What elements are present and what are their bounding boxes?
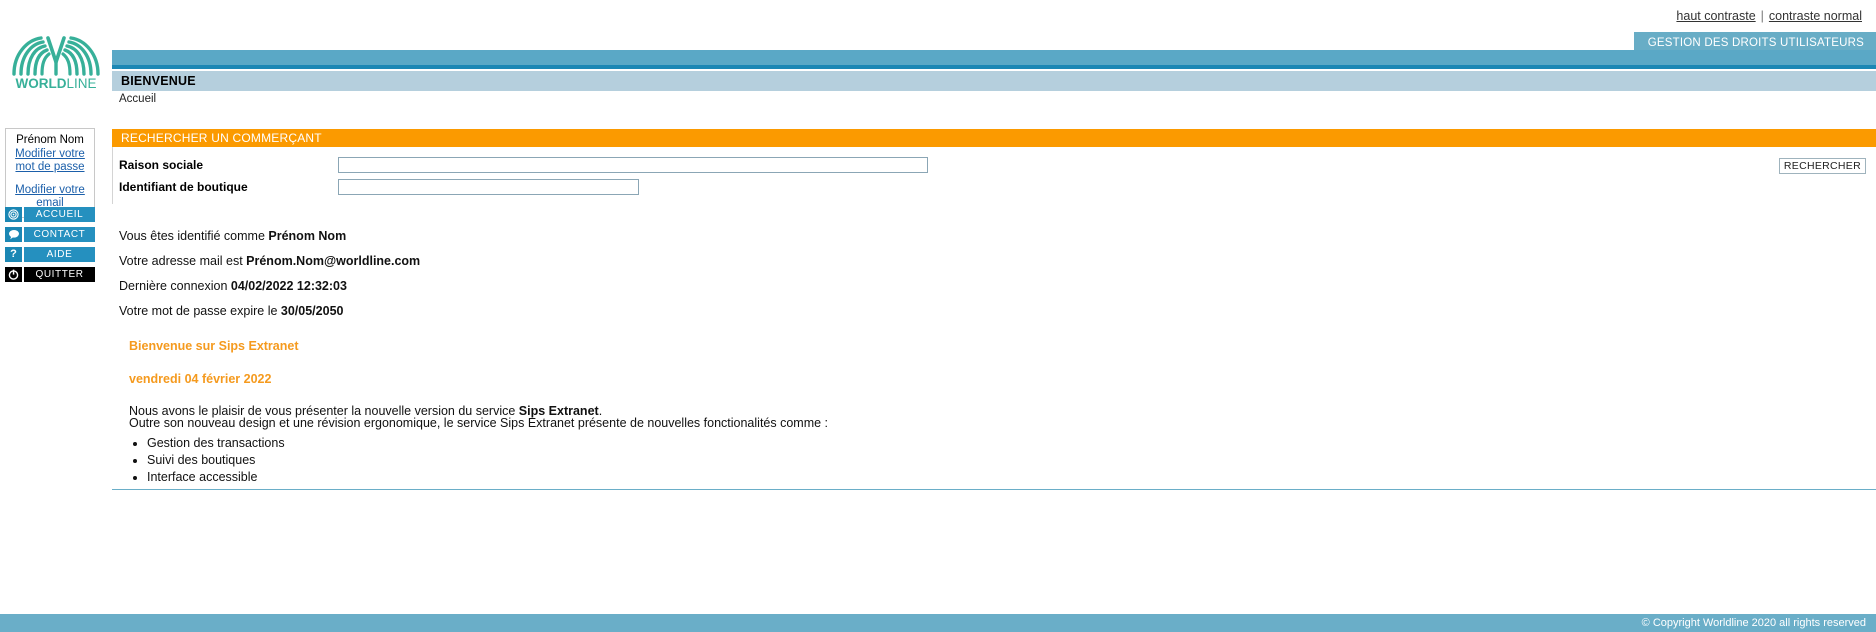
- email-line: Votre adresse mail est Prénom.Nom@worldl…: [119, 254, 420, 268]
- email-value: Prénom.Nom@worldline.com: [246, 254, 421, 268]
- password-expiry-prefix: Votre mot de passe expire le: [119, 304, 281, 318]
- sidebar-item-accueil[interactable]: ACCUEIL: [5, 207, 95, 222]
- welcome-heading: Bienvenue sur Sips Extranet: [129, 339, 299, 353]
- page-title-bar: BIENVENUE: [112, 71, 1876, 91]
- power-off-icon: [5, 267, 22, 282]
- question-mark-icon: ?: [5, 247, 22, 262]
- normal-contrast-link[interactable]: contraste normal: [1769, 9, 1862, 23]
- page-title: BIENVENUE: [121, 74, 196, 88]
- password-expiry-line: Votre mot de passe expire le 30/05/2050: [119, 304, 343, 318]
- identified-value: Prénom Nom: [268, 229, 347, 243]
- sidebar-item-quitter-label: QUITTER: [24, 267, 95, 282]
- sidebar-item-quitter[interactable]: QUITTER: [5, 267, 95, 282]
- sidebar-nav: ACCUEIL CONTACT ? AIDE QUITTER: [5, 207, 95, 287]
- page-footer: © Copyright Worldline 2020 all rights re…: [0, 614, 1876, 632]
- sidebar-item-aide[interactable]: ? AIDE: [5, 247, 95, 262]
- main-menu-bar: [112, 50, 1876, 65]
- breadcrumb[interactable]: Accueil: [119, 93, 156, 105]
- target-icon-glyph: [8, 209, 19, 220]
- speech-bubble-icon-glyph: [8, 230, 19, 240]
- speech-bubble-icon: [5, 227, 22, 242]
- intro-paragraph-2: Outre son nouveau design et une révision…: [129, 416, 829, 430]
- change-password-link[interactable]: Modifier votre mot de passe: [8, 148, 92, 175]
- password-expiry-value: 30/05/2050: [280, 304, 344, 318]
- list-item: Interface accessible: [147, 469, 285, 486]
- search-panel-title: RECHERCHER UN COMMERÇANT: [121, 131, 322, 145]
- user-info-box: Prénom Nom Modifier votre mot de passe M…: [5, 128, 95, 218]
- raison-sociale-label: Raison sociale: [119, 158, 204, 172]
- identified-as-line: Vous êtes identifié comme Prénom Nom: [119, 229, 346, 243]
- worldline-logo-icon: WORLDLINE: [12, 36, 100, 90]
- power-off-icon-glyph: [8, 269, 19, 280]
- identifiant-boutique-input[interactable]: [338, 179, 639, 195]
- sidebar-item-accueil-label: ACCUEIL: [24, 207, 95, 222]
- list-item: Suivi des boutiques: [147, 452, 285, 469]
- copyright-text: © Copyright Worldline 2020 all rights re…: [1641, 617, 1866, 629]
- svg-text:WORLDLINE: WORLDLINE: [15, 76, 96, 90]
- search-panel-header: RECHERCHER UN COMMERÇANT: [112, 129, 1876, 147]
- question-mark-glyph: ?: [10, 248, 17, 260]
- email-prefix: Votre adresse mail est: [119, 254, 247, 268]
- menu-bar-underline: [112, 65, 1876, 69]
- high-contrast-link[interactable]: haut contraste: [1676, 9, 1755, 23]
- contrast-separator: |: [1760, 9, 1764, 23]
- date-heading: vendredi 04 février 2022: [129, 372, 272, 386]
- worldline-logo[interactable]: WORLDLINE: [8, 28, 104, 90]
- content-left-rule: [112, 147, 113, 204]
- sidebar-item-contact[interactable]: CONTACT: [5, 227, 95, 242]
- raison-sociale-input[interactable]: [338, 157, 928, 173]
- sidebar-item-contact-label: CONTACT: [24, 227, 95, 242]
- sidebar-item-aide-label: AIDE: [24, 247, 95, 262]
- last-login-line: Dernière connexion 04/02/2022 12:32:03: [119, 279, 347, 293]
- list-item: Gestion des transactions: [147, 435, 285, 452]
- user-name-label: Prénom Nom: [16, 134, 84, 146]
- last-login-prefix: Dernière connexion: [119, 279, 231, 293]
- contrast-toggle-bar: haut contraste | contraste normal: [1676, 9, 1862, 23]
- features-list: Gestion des transactions Suivi des bouti…: [129, 435, 285, 486]
- last-login-value: 04/02/2022 12:32:03: [230, 279, 347, 293]
- identified-prefix: Vous êtes identifié comme: [119, 229, 269, 243]
- target-icon: [5, 207, 22, 222]
- search-button[interactable]: RECHERCHER: [1778, 158, 1866, 174]
- content-bottom-rule: [112, 489, 1876, 490]
- identifiant-boutique-label: Identifiant de boutique: [119, 180, 248, 194]
